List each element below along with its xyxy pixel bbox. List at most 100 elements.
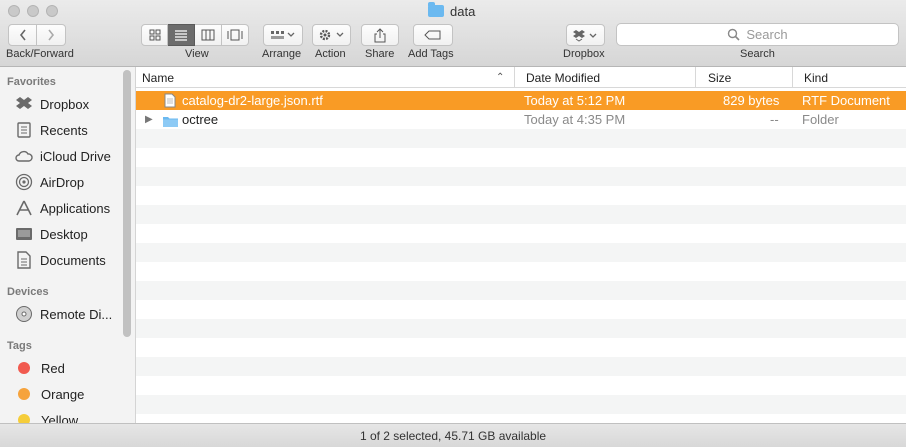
dropbox-icon bbox=[14, 95, 33, 114]
folder-icon bbox=[162, 114, 179, 133]
toolbar: data Back/Forward View Arrange Action Sh… bbox=[0, 0, 906, 67]
column-divider[interactable] bbox=[695, 67, 696, 88]
view-label: View bbox=[185, 48, 209, 60]
sidebar: Favorites Dropbox Recents iCloud Drive A… bbox=[0, 67, 136, 423]
sidebar-item-label: Yellow bbox=[41, 412, 79, 424]
list-view-button[interactable] bbox=[168, 24, 195, 46]
zoom-window-button[interactable] bbox=[46, 5, 58, 17]
search-placeholder: Search bbox=[746, 27, 788, 42]
columns-icon bbox=[201, 29, 215, 41]
sidebar-tag-orange[interactable]: Orange bbox=[14, 383, 124, 405]
view-control bbox=[141, 24, 249, 46]
table-row[interactable]: catalog-dr2-large.json.rtf Today at 5:12… bbox=[136, 91, 906, 110]
sidebar-item-label: Remote Di... bbox=[40, 306, 113, 322]
search-field[interactable]: Search bbox=[616, 23, 899, 46]
sidebar-item-label: Recents bbox=[40, 122, 88, 138]
empty-row bbox=[136, 281, 906, 300]
back-button[interactable] bbox=[8, 24, 37, 46]
empty-row bbox=[136, 319, 906, 338]
arrange-icon bbox=[271, 31, 295, 39]
applications-icon bbox=[14, 199, 33, 218]
dropbox-label: Dropbox bbox=[563, 48, 605, 60]
sidebar-tag-red[interactable]: Red bbox=[14, 357, 124, 379]
column-header-date[interactable]: Date Modified bbox=[526, 67, 600, 88]
sidebar-item-documents[interactable]: Documents bbox=[14, 249, 124, 271]
file-list: Name ⌃ Date Modified Size Kind catalog-d… bbox=[136, 67, 906, 423]
column-header-size[interactable]: Size bbox=[708, 67, 731, 88]
share-label: Share bbox=[365, 48, 395, 60]
file-size: 829 bytes bbox=[723, 93, 780, 108]
window-title-text: data bbox=[450, 3, 476, 19]
file-date: Today at 5:12 PM bbox=[524, 93, 626, 108]
sidebar-item-airdrop[interactable]: AirDrop bbox=[14, 171, 124, 193]
sidebar-item-label: AirDrop bbox=[40, 174, 85, 190]
forward-button[interactable] bbox=[37, 24, 66, 46]
gallery-icon bbox=[227, 29, 243, 41]
sidebar-item-desktop[interactable]: Desktop bbox=[14, 223, 124, 245]
add-tags-label: Add Tags bbox=[408, 48, 454, 60]
icon-view-button[interactable] bbox=[141, 24, 168, 46]
empty-row bbox=[136, 167, 906, 186]
empty-row bbox=[136, 129, 906, 148]
sidebar-item-label: Dropbox bbox=[40, 96, 90, 112]
airdrop-icon bbox=[14, 173, 33, 192]
add-tags-button[interactable] bbox=[413, 24, 453, 46]
sidebar-item-dropbox[interactable]: Dropbox bbox=[14, 93, 124, 115]
sidebar-item-remote-disc[interactable]: Remote Di... bbox=[14, 303, 124, 325]
sidebar-item-label: Documents bbox=[40, 252, 106, 268]
recents-icon bbox=[14, 121, 33, 140]
sidebar-item-applications[interactable]: Applications bbox=[14, 197, 124, 219]
file-kind: Folder bbox=[802, 112, 839, 127]
devices-heading: Devices bbox=[7, 286, 49, 298]
column-header-name[interactable]: Name bbox=[142, 67, 174, 88]
sidebar-item-label: Orange bbox=[41, 386, 85, 402]
status-bar: 1 of 2 selected, 45.71 GB available bbox=[0, 423, 906, 447]
column-view-button[interactable] bbox=[195, 24, 222, 46]
sidebar-item-label: Applications bbox=[40, 200, 111, 216]
disclosure-triangle-icon[interactable]: ▶ bbox=[145, 110, 153, 129]
sidebar-item-icloud-drive[interactable]: iCloud Drive bbox=[14, 145, 124, 167]
empty-row bbox=[136, 243, 906, 262]
desktop-icon bbox=[14, 225, 33, 244]
share-button[interactable] bbox=[361, 24, 399, 46]
window-title: data bbox=[428, 2, 475, 20]
disc-icon bbox=[14, 305, 33, 324]
table-row[interactable]: ▶ octree Today at 4:35 PM -- Folder bbox=[136, 110, 906, 129]
cloud-icon bbox=[14, 147, 33, 166]
column-divider[interactable] bbox=[792, 67, 793, 88]
action-button[interactable] bbox=[312, 24, 351, 46]
file-size: -- bbox=[770, 112, 779, 127]
sidebar-item-label: iCloud Drive bbox=[40, 148, 111, 164]
column-divider[interactable] bbox=[514, 67, 515, 88]
share-icon bbox=[374, 27, 386, 42]
empty-row bbox=[136, 395, 906, 414]
grid-icon bbox=[149, 29, 160, 41]
sidebar-item-label: Red bbox=[41, 360, 65, 376]
minimize-window-button[interactable] bbox=[27, 5, 39, 17]
dropbox-button[interactable] bbox=[566, 24, 605, 46]
file-kind: RTF Document bbox=[802, 93, 890, 108]
sidebar-tag-yellow[interactable]: Yellow bbox=[14, 409, 124, 423]
column-header-kind[interactable]: Kind bbox=[804, 67, 828, 88]
arrange-button[interactable] bbox=[263, 24, 303, 46]
list-icon bbox=[175, 30, 187, 41]
dropbox-icon bbox=[572, 29, 596, 42]
search-icon bbox=[728, 28, 740, 41]
sidebar-scrollbar[interactable] bbox=[123, 70, 131, 337]
column-header-row bbox=[136, 67, 906, 88]
sidebar-item-recents[interactable]: Recents bbox=[14, 119, 124, 141]
search-label: Search bbox=[740, 48, 775, 60]
file-name: catalog-dr2-large.json.rtf bbox=[182, 93, 323, 108]
tags-heading: Tags bbox=[7, 340, 32, 352]
chevron-left-icon bbox=[19, 29, 26, 41]
empty-row bbox=[136, 205, 906, 224]
documents-icon bbox=[14, 251, 33, 270]
gallery-view-button[interactable] bbox=[222, 24, 249, 46]
red-tag-dot-icon bbox=[18, 362, 30, 374]
folder-icon bbox=[428, 2, 444, 17]
favorites-heading: Favorites bbox=[7, 76, 56, 88]
status-text: 1 of 2 selected, 45.71 GB available bbox=[359, 428, 547, 443]
close-window-button[interactable] bbox=[8, 5, 20, 17]
tag-icon bbox=[424, 30, 441, 40]
sidebar-item-label: Desktop bbox=[40, 226, 88, 242]
